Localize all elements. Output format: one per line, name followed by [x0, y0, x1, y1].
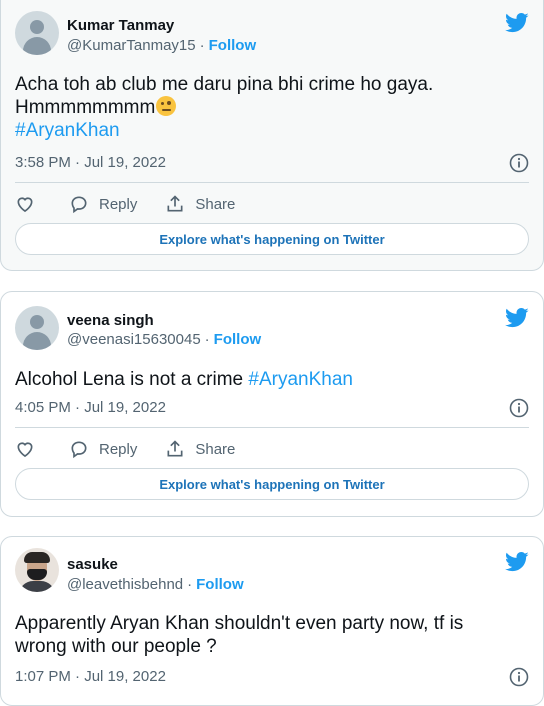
divider [15, 182, 529, 183]
reply-label: Reply [99, 440, 138, 458]
author-handle[interactable]: @veenasi15630045 [67, 331, 201, 348]
tweet-text: Acha toh ab club me daru pina bhi crime … [15, 73, 525, 142]
follow-link[interactable]: Follow [214, 331, 262, 348]
twitter-bird-icon[interactable] [505, 308, 529, 328]
heart-icon [17, 442, 33, 458]
author-handle-line: @leavethisbehnd · Follow [67, 576, 244, 593]
info-icon[interactable] [509, 153, 529, 173]
share-icon [167, 195, 183, 212]
info-icon[interactable] [509, 667, 529, 687]
tweet-actions: Reply Share [15, 194, 263, 214]
author-handle[interactable]: @leavethisbehnd [67, 576, 183, 593]
reply-icon [71, 441, 87, 459]
author-handle-line: @KumarTanmay15 · Follow [67, 37, 256, 54]
info-icon[interactable] [509, 398, 529, 418]
share-icon [167, 440, 183, 457]
author-name[interactable]: Kumar Tanmay [67, 17, 174, 34]
author-handle-line: @veenasi15630045 · Follow [67, 331, 261, 348]
reply-label: Reply [99, 195, 138, 213]
author-name[interactable]: veena singh [67, 312, 154, 329]
tweet-text-line: Hmmmmmmmm [15, 96, 525, 119]
tweet-actions: Reply Share [15, 439, 263, 459]
author-handle[interactable]: @KumarTanmay15 [67, 37, 196, 54]
explore-twitter-button[interactable]: Explore what's happening on Twitter [15, 223, 529, 255]
tweet-card[interactable]: veena singh @veenasi15630045 · Follow Alco… [0, 291, 544, 517]
follow-link[interactable]: Follow [209, 37, 257, 54]
follow-link[interactable]: Follow [196, 576, 244, 593]
like-button[interactable] [15, 194, 35, 214]
tweet-text: Apparently Aryan Khan shouldn't even par… [15, 612, 525, 658]
reply-icon [71, 196, 87, 214]
avatar[interactable] [15, 548, 59, 592]
timestamp[interactable]: 3:58 PM · Jul 19, 2022 [15, 154, 166, 171]
tweet-card[interactable]: Kumar Tanmay @KumarTanmay15 · Follow Acha … [0, 0, 544, 271]
author-name[interactable]: sasuke [67, 556, 118, 573]
timestamp[interactable]: 1:07 PM · Jul 19, 2022 [15, 668, 166, 685]
tweet-text-line: Acha toh ab club me daru pina bhi crime … [15, 74, 434, 95]
hashtag-link[interactable]: #AryanKhan [248, 369, 353, 390]
raised-eyebrow-emoji-icon [156, 96, 177, 116]
avatar[interactable] [15, 11, 59, 55]
timestamp[interactable]: 4:05 PM · Jul 19, 2022 [15, 399, 166, 416]
tweet-text-line: Apparently Aryan Khan shouldn't even par… [15, 613, 464, 634]
separator: · [204, 331, 210, 348]
separator: · [199, 37, 205, 54]
tweet-text: Alcohol Lena is not a crime #AryanKhan [15, 369, 353, 390]
reply-button[interactable]: Reply [69, 439, 137, 459]
heart-icon [17, 197, 33, 213]
twitter-bird-icon[interactable] [505, 552, 529, 572]
hashtag-link[interactable]: #AryanKhan [15, 120, 120, 141]
like-button[interactable] [15, 439, 35, 459]
share-label: Share [195, 195, 236, 213]
explore-twitter-button[interactable]: Explore what's happening on Twitter [15, 468, 529, 500]
share-label: Share [195, 440, 236, 458]
twitter-bird-icon[interactable] [505, 13, 529, 33]
avatar[interactable] [15, 306, 59, 350]
reply-button[interactable]: Reply [69, 194, 137, 214]
tweet-card[interactable]: sasuke @leavethisbehnd · Follow Apparently… [0, 536, 544, 706]
divider [15, 427, 529, 428]
separator: · [187, 576, 193, 593]
share-button[interactable]: Share [165, 439, 235, 459]
tweet-text-line: wrong with our people ? [15, 636, 217, 657]
share-button[interactable]: Share [165, 194, 235, 214]
